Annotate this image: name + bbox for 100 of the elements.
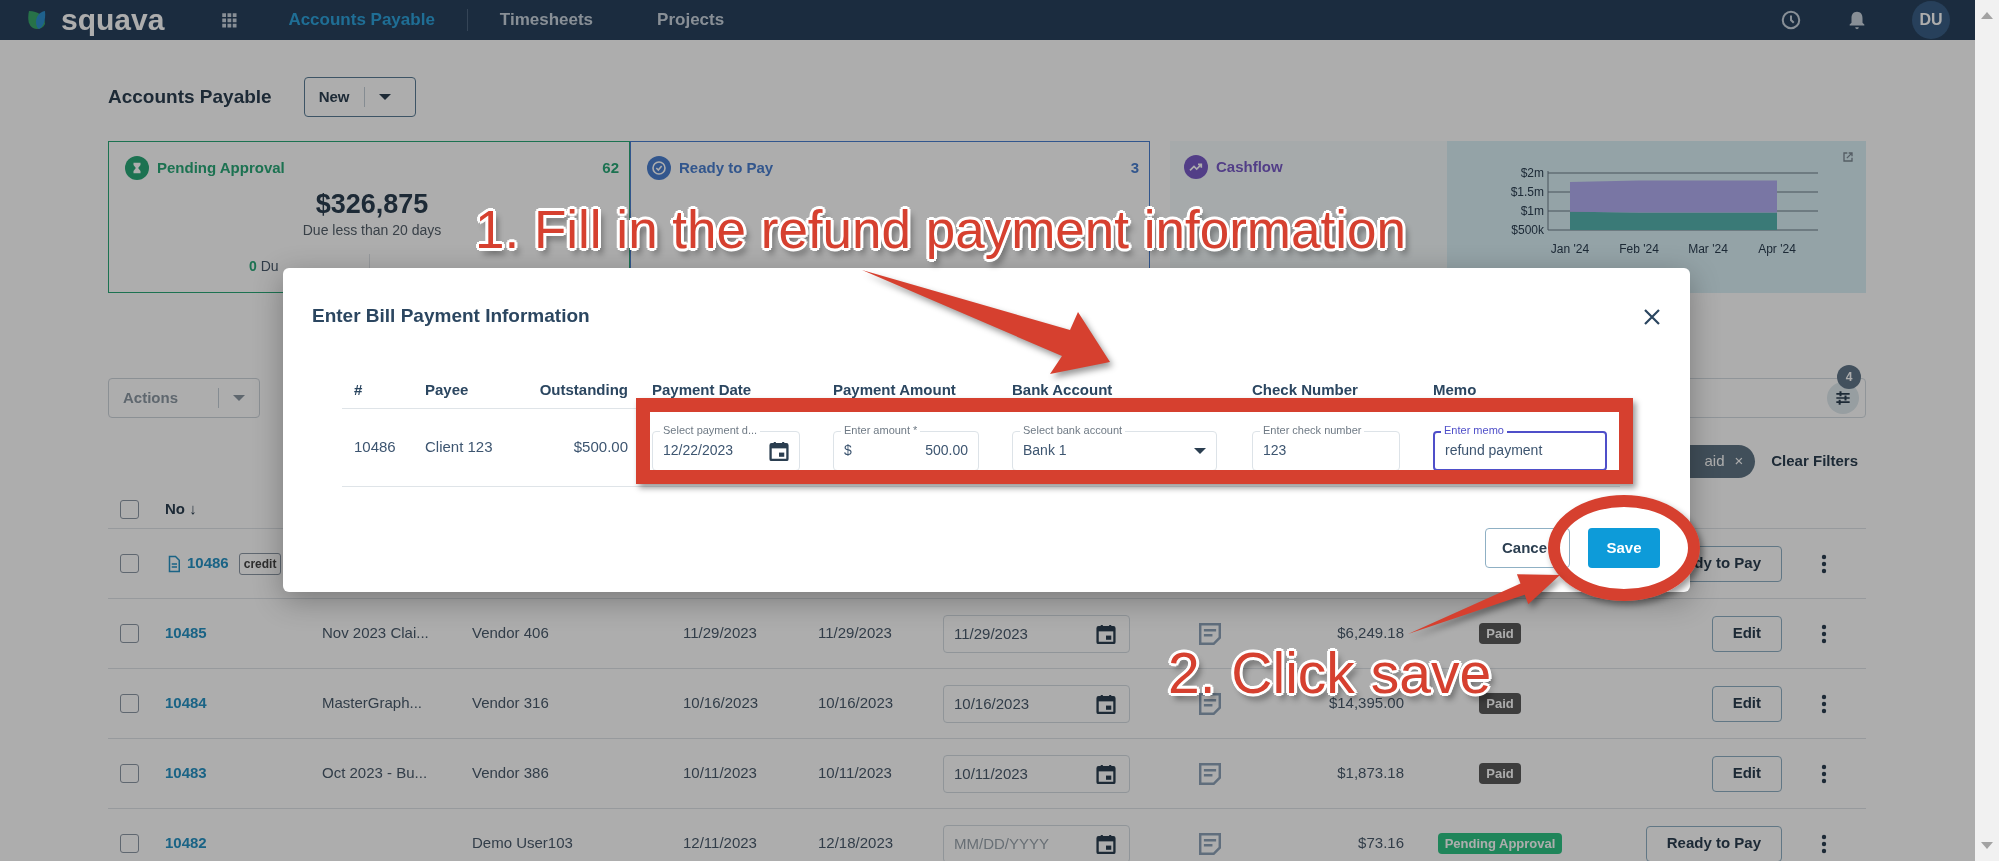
checkbox[interactable] [120,764,139,783]
date-field[interactable]: 11/29/2023 [943,614,1130,653]
chip-label: aid [1704,451,1725,472]
more-options-icon [1821,693,1827,714]
tick-label: $1m [1520,204,1544,218]
tick-label: Feb '24 [1619,242,1659,256]
filter-button[interactable] [1827,382,1859,414]
description-cell: Oct 2023 - Bu... [322,764,428,782]
tick-label: Mar '24 [1688,242,1728,256]
calendar-icon [1096,833,1116,854]
new-button[interactable]: New [303,77,416,117]
date-cell: 10/11/2023 [818,764,892,782]
nav-tab[interactable]: Timesheets [467,9,626,31]
tick-label: $1.5m [1510,185,1544,199]
column-header: Bank Account [1012,381,1113,399]
external-link-icon [1840,149,1856,165]
tick-label: Jan '24 [1550,242,1590,256]
outstanding-cell: $500.00 [573,438,628,456]
scrollbar[interactable] [1975,0,1999,861]
card-amount: $326,875 [315,189,429,219]
close-icon [1644,308,1660,325]
card-count: 62 [602,157,619,178]
date-field[interactable]: MM/DD/YYYY [943,824,1130,861]
calendar-icon [1096,763,1116,784]
vendor-cell: Vendor 316 [472,694,549,712]
bill-number-link[interactable]: 10486 [187,552,229,575]
date-cell: 12/11/2023 [683,834,757,852]
date-cell: 11/29/2023 [818,624,892,642]
date-cell: 10/16/2023 [683,694,759,712]
checkbox[interactable] [120,624,139,643]
date-field[interactable]: 10/11/2023 [943,754,1130,793]
status-badge: Paid [1479,623,1521,645]
card-count: 3 [1130,157,1139,178]
checkbox[interactable] [120,499,139,519]
amount-cell: $73.16 [1358,834,1404,852]
row-action-button[interactable]: Edit [1711,615,1782,652]
status-badge: Paid [1479,763,1521,785]
filter-sliders-icon [1833,388,1853,408]
vendor-cell: Demo User103 [472,834,573,852]
sort-arrow[interactable]: ↓ [189,499,197,517]
clear-filters-link[interactable]: Clear Filters [1771,450,1858,473]
more-options-icon [1821,833,1827,854]
card-title: Cashflow [1216,156,1283,177]
row-action-button[interactable]: Edit [1711,755,1782,792]
card-caption: Due less than 20 days [302,222,442,239]
bill-number-link[interactable]: 10485 [165,622,207,645]
bill-number-link[interactable]: 10484 [165,692,207,715]
dialog-title: Enter Bill Payment Information [312,304,590,328]
status-badge: Pending Approval [1437,833,1563,855]
more-options-icon [1821,623,1827,644]
tick-label: Apr '24 [1758,242,1796,256]
row-action-button[interactable]: Edit [1711,685,1782,722]
save-button[interactable]: Save [1588,528,1660,568]
date-cell: 10/11/2023 [683,764,757,782]
column-header: Check Number [1252,381,1358,399]
filter-count-badge: 4 [1837,365,1861,389]
due-count: 0 [249,257,257,274]
bill-number-link[interactable]: 10482 [165,832,207,855]
column-header: Outstanding [539,381,628,399]
column-header: Payee [425,381,469,399]
card-title: Pending Approval [157,157,285,178]
column-header: Payment Amount [833,381,956,399]
scroll-down-icon[interactable] [1981,842,1993,849]
hourglass-icon [125,156,149,180]
tick-label: $2m [1520,166,1544,180]
description-cell: Nov 2023 Clai... [322,624,429,642]
column-header: Payment Date [652,381,752,399]
note-icon [1199,622,1221,645]
column-header[interactable]: No [165,499,185,517]
date-cell: 12/18/2023 [818,834,894,852]
column-header: # [354,381,363,399]
checkbox[interactable] [120,834,139,853]
history-icon [1780,9,1802,31]
nav-tab[interactable]: Projects [625,9,757,31]
bill-number-link[interactable]: 10483 [165,762,207,785]
date-cell: 11/29/2023 [683,624,757,642]
logo-text: squava [61,5,165,35]
apps-grid-icon [220,11,239,29]
checkbox[interactable] [120,554,139,573]
description-cell: MasterGraph... [322,694,423,712]
caret-icon [233,395,245,401]
caret-icon [378,94,391,100]
date-cell: 10/16/2023 [818,694,894,712]
calendar-icon [1096,693,1116,714]
checkbox[interactable] [120,694,139,713]
amount-cell: $6,249.18 [1337,624,1404,642]
note-icon [1199,762,1221,785]
due-label: Du [260,257,279,274]
user-avatar[interactable]: DU [1912,1,1950,39]
card-title: Ready to Pay [679,157,774,178]
more-options-icon [1821,553,1827,574]
check-circle-icon [647,156,671,180]
scroll-up-icon[interactable] [1981,12,1993,19]
vendor-cell: Vendor 406 [472,624,549,642]
date-field[interactable]: 10/16/2023 [943,684,1130,723]
note-icon [1199,832,1221,855]
chip-remove[interactable]: × [1734,450,1744,473]
payee-cell: Client 123 [425,438,493,456]
row-action-button[interactable]: Ready to Pay [1645,825,1782,861]
more-options-icon [1821,763,1827,784]
